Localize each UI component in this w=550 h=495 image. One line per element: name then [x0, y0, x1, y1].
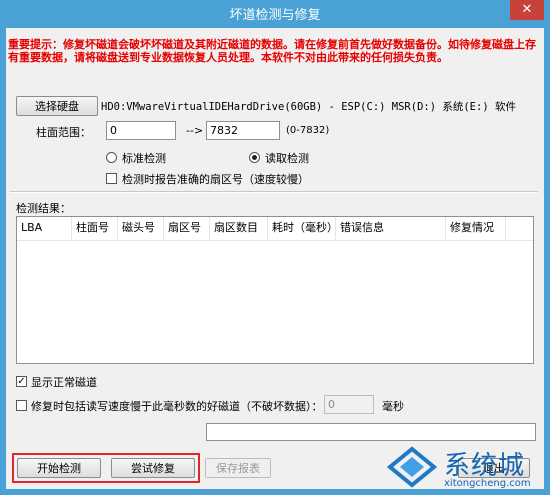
- save-report-button[interactable]: 保存报表: [205, 458, 271, 478]
- column-header-head[interactable]: 磁头号: [118, 217, 164, 241]
- results-label: 检测结果：: [16, 202, 71, 215]
- standard-check-label: 标准检测: [122, 152, 166, 165]
- selected-disk-text: HD0:VMwareVirtualIDEHardDrive(60GB) - ES…: [101, 101, 516, 113]
- repair-slow-tracks-checkbox[interactable]: [16, 400, 27, 411]
- column-header-cylinder[interactable]: 柱面号: [72, 217, 118, 241]
- cylinder-range-label: 柱面范围：: [36, 126, 91, 139]
- slow-threshold-input[interactable]: [324, 395, 374, 414]
- warning-text: 重要提示：修复坏磁道会破坏坏磁道及其附近磁道的数据。请在修复前首先做好数据备份。…: [8, 38, 536, 64]
- watermark: 系统城 xitongcheng.com: [384, 445, 544, 491]
- start-detect-button[interactable]: 开始检测: [17, 458, 101, 478]
- select-disk-button[interactable]: 选择硬盘: [16, 96, 98, 116]
- read-check-label: 读取检测: [265, 152, 309, 165]
- report-exact-sector-label: 检测时报告准确的扇区号（速度较慢）: [122, 173, 309, 186]
- column-header-sector-count[interactable]: 扇区数目: [210, 217, 268, 241]
- column-header-error[interactable]: 错误信息: [336, 217, 446, 241]
- range-arrow: -->: [186, 124, 204, 137]
- results-table-header: LBA 柱面号 磁头号 扇区号 扇区数目 耗时（毫秒） 错误信息 修复情况: [17, 217, 533, 241]
- brand-logo-icon: [386, 446, 438, 488]
- column-header-elapsed[interactable]: 耗时（毫秒）: [268, 217, 338, 241]
- try-repair-button[interactable]: 尝试修复: [111, 458, 195, 478]
- progress-field: [206, 423, 536, 441]
- results-table[interactable]: LBA 柱面号 磁头号 扇区号 扇区数目 耗时（毫秒） 错误信息 修复情况: [16, 216, 534, 364]
- repair-slow-tracks-label: 修复时包括读写速度慢于此毫秒数的好磁道（不破坏数据）：: [31, 400, 323, 413]
- column-header-lba[interactable]: LBA: [17, 217, 72, 241]
- threshold-unit-label: 毫秒: [382, 400, 404, 413]
- column-header-sector[interactable]: 扇区号: [164, 217, 210, 241]
- cylinder-range-hint: (0-7832): [286, 125, 330, 136]
- separator: [10, 191, 538, 193]
- cylinder-end-input[interactable]: [206, 121, 280, 140]
- app-window: 坏道检测与修复 ✕ 重要提示：修复坏磁道会破坏坏磁道及其附近磁道的数据。请在修复…: [0, 0, 550, 495]
- cylinder-start-input[interactable]: [106, 121, 176, 140]
- report-exact-sector-checkbox[interactable]: [106, 173, 117, 184]
- dialog-body: 重要提示：修复坏磁道会破坏坏磁道及其附近磁道的数据。请在修复前首先做好数据备份。…: [6, 28, 544, 489]
- watermark-brand: 系统城: [444, 451, 526, 481]
- window-title: 坏道检测与修复: [229, 8, 321, 23]
- column-header-repair[interactable]: 修复情况: [446, 217, 506, 241]
- watermark-url: xitongcheng.com: [444, 478, 531, 489]
- show-normal-tracks-checkbox[interactable]: ✓: [16, 376, 27, 387]
- read-check-radio[interactable]: [249, 152, 260, 163]
- standard-check-radio[interactable]: [106, 152, 117, 163]
- title-bar: 坏道检测与修复 ✕: [0, 0, 550, 26]
- show-normal-tracks-label: 显示正常磁道: [31, 376, 97, 389]
- close-icon[interactable]: ✕: [510, 0, 544, 20]
